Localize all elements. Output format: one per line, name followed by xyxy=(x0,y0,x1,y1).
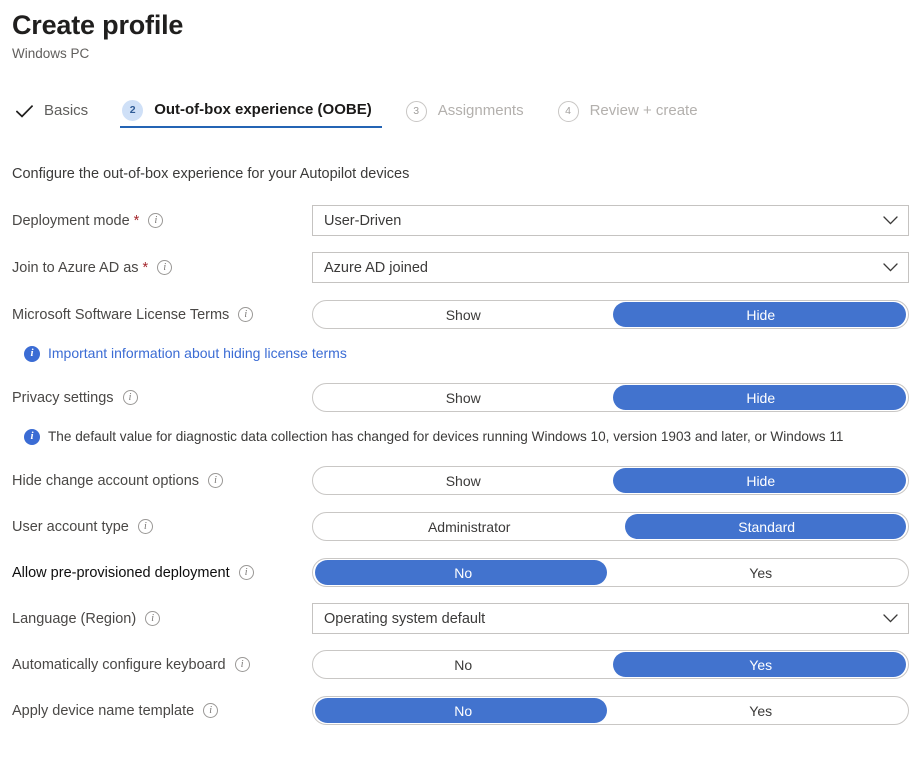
info-circle-icon: i xyxy=(24,346,40,362)
privacy-note-text: The default value for diagnostic data co… xyxy=(48,427,843,446)
toggle-option-show[interactable]: Show xyxy=(313,301,613,328)
toggle-option-no[interactable]: No xyxy=(313,697,613,724)
message-license-terms: i Important information about hiding lic… xyxy=(12,344,921,363)
toggle-hide-change-account-options[interactable]: Show Hide xyxy=(312,466,909,495)
toggle-allow-pre-provisioned-deployment[interactable]: No Yes xyxy=(312,558,909,587)
chevron-down-icon xyxy=(883,216,898,225)
tab-oobe-label: Out-of-box experience (OOBE) xyxy=(154,100,372,120)
chevron-down-icon xyxy=(883,263,898,272)
toggle-option-yes[interactable]: Yes xyxy=(613,697,908,724)
page-subtitle: Windows PC xyxy=(12,45,921,63)
chevron-down-icon xyxy=(883,614,898,623)
toggle-auto-configure-keyboard[interactable]: No Yes xyxy=(312,650,909,679)
field-label: Allow pre-provisioned deployment xyxy=(12,563,230,583)
page-header: Create profile Windows PC xyxy=(0,0,921,63)
tab-assignments-label: Assignments xyxy=(438,101,524,121)
checkmark-icon xyxy=(14,101,35,122)
step-number-4: 4 xyxy=(558,101,579,122)
toggle-option-hide[interactable]: Hide xyxy=(613,467,908,494)
info-icon[interactable]: i xyxy=(208,473,223,488)
message-privacy-note: i The default value for diagnostic data … xyxy=(12,427,921,446)
label-auto-configure-keyboard: Automatically configure keyboard i xyxy=(12,655,312,675)
tab-review-create[interactable]: 4 Review + create xyxy=(556,94,708,128)
wizard-tabs: Basics 2 Out-of-box experience (OOBE) 3 … xyxy=(0,94,921,128)
dropdown-value: Azure AD joined xyxy=(324,258,428,278)
info-icon[interactable]: i xyxy=(157,260,172,275)
tab-review-create-label: Review + create xyxy=(590,101,698,121)
toggle-option-standard[interactable]: Standard xyxy=(625,513,908,540)
field-label: Deployment mode xyxy=(12,211,130,231)
label-hide-change-account-options: Hide change account options i xyxy=(12,471,312,491)
info-icon[interactable]: i xyxy=(145,611,160,626)
toggle-privacy-settings[interactable]: Show Hide xyxy=(312,383,909,412)
toggle-option-show[interactable]: Show xyxy=(313,384,613,411)
row-user-account-type: User account type i Administrator Standa… xyxy=(12,510,921,543)
label-join-azure-ad: Join to Azure AD as * i xyxy=(12,258,312,278)
toggle-option-no[interactable]: No xyxy=(313,559,613,586)
toggle-option-hide[interactable]: Hide xyxy=(613,384,908,411)
dropdown-value: Operating system default xyxy=(324,609,485,629)
field-label: Automatically configure keyboard xyxy=(12,655,226,675)
label-allow-pre-provisioned-deployment: Allow pre-provisioned deployment i xyxy=(12,563,312,583)
row-allow-pre-provisioned-deployment: Allow pre-provisioned deployment i No Ye… xyxy=(12,556,921,589)
field-label: Hide change account options xyxy=(12,471,199,491)
info-icon[interactable]: i xyxy=(235,657,250,672)
toggle-license-terms[interactable]: Show Hide xyxy=(312,300,909,329)
info-icon[interactable]: i xyxy=(239,565,254,580)
label-language-region: Language (Region) i xyxy=(12,609,312,629)
required-marker: * xyxy=(143,258,149,278)
info-icon[interactable]: i xyxy=(148,213,163,228)
row-hide-change-account-options: Hide change account options i Show Hide xyxy=(12,464,921,497)
tab-basics[interactable]: Basics xyxy=(12,94,98,128)
tab-oobe[interactable]: 2 Out-of-box experience (OOBE) xyxy=(120,94,382,128)
info-icon[interactable]: i xyxy=(238,307,253,322)
create-profile-page: Create profile Windows PC Basics 2 Out-o… xyxy=(0,0,921,773)
row-deployment-mode: Deployment mode * i User-Driven xyxy=(12,204,921,237)
toggle-option-administrator[interactable]: Administrator xyxy=(313,513,625,540)
row-language-region: Language (Region) i Operating system def… xyxy=(12,602,921,635)
toggle-option-yes[interactable]: Yes xyxy=(613,559,908,586)
field-label: Apply device name template xyxy=(12,701,194,721)
label-license-terms: Microsoft Software License Terms i xyxy=(12,305,312,325)
label-privacy-settings: Privacy settings i xyxy=(12,388,312,408)
field-label: User account type xyxy=(12,517,129,537)
info-circle-icon: i xyxy=(24,429,40,445)
field-label: Microsoft Software License Terms xyxy=(12,305,229,325)
step-number-3: 3 xyxy=(406,101,427,122)
tab-assignments[interactable]: 3 Assignments xyxy=(404,94,534,128)
dropdown-deployment-mode[interactable]: User-Driven xyxy=(312,205,909,236)
toggle-apply-device-name-template[interactable]: No Yes xyxy=(312,696,909,725)
oobe-form: Deployment mode * i User-Driven Join to … xyxy=(0,204,921,727)
required-marker: * xyxy=(134,211,140,231)
field-label: Language (Region) xyxy=(12,609,136,629)
toggle-option-show[interactable]: Show xyxy=(313,467,613,494)
dropdown-language-region[interactable]: Operating system default xyxy=(312,603,909,634)
label-user-account-type: User account type i xyxy=(12,517,312,537)
row-join-azure-ad: Join to Azure AD as * i Azure AD joined xyxy=(12,251,921,284)
row-license-terms: Microsoft Software License Terms i Show … xyxy=(12,298,921,331)
section-description: Configure the out-of-box experience for … xyxy=(0,164,921,184)
row-auto-configure-keyboard: Automatically configure keyboard i No Ye… xyxy=(12,648,921,681)
field-label: Privacy settings xyxy=(12,388,114,408)
row-privacy-settings: Privacy settings i Show Hide xyxy=(12,381,921,414)
field-label: Join to Azure AD as xyxy=(12,258,139,278)
link-license-terms-info[interactable]: Important information about hiding licen… xyxy=(48,344,347,363)
label-apply-device-name-template: Apply device name template i xyxy=(12,701,312,721)
dropdown-value: User-Driven xyxy=(324,211,401,231)
label-deployment-mode: Deployment mode * i xyxy=(12,211,312,231)
row-apply-device-name-template: Apply device name template i No Yes xyxy=(12,694,921,727)
tab-basics-label: Basics xyxy=(44,101,88,121)
dropdown-join-azure-ad[interactable]: Azure AD joined xyxy=(312,252,909,283)
toggle-option-no[interactable]: No xyxy=(313,651,613,678)
page-title: Create profile xyxy=(12,8,921,42)
info-icon[interactable]: i xyxy=(123,390,138,405)
info-icon[interactable]: i xyxy=(203,703,218,718)
toggle-option-yes[interactable]: Yes xyxy=(613,651,908,678)
toggle-option-hide[interactable]: Hide xyxy=(613,301,908,328)
info-icon[interactable]: i xyxy=(138,519,153,534)
step-number-2: 2 xyxy=(122,100,143,121)
toggle-user-account-type[interactable]: Administrator Standard xyxy=(312,512,909,541)
